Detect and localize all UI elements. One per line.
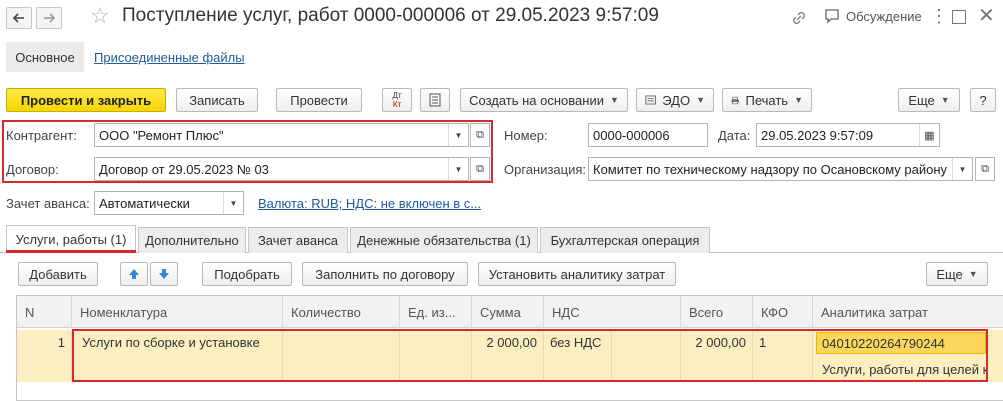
edo-icon <box>645 95 656 105</box>
tab-services-label: Услуги, работы (1) <box>15 232 127 247</box>
organization-field[interactable]: Комитет по техническому надзору по Осано… <box>588 157 973 181</box>
tab-accounting[interactable]: Бухгалтерская операция <box>540 227 710 253</box>
organization-open-button[interactable]: ⧉ <box>975 157 995 181</box>
chat-icon <box>825 9 839 24</box>
advance-value: Автоматически <box>99 195 190 211</box>
table-more-button[interactable]: Еще ▼ <box>926 262 988 286</box>
move-down-button[interactable] <box>150 262 178 286</box>
caret-down-icon: ▼ <box>940 95 950 105</box>
tab-active-underline <box>6 250 136 253</box>
dropdown-arrow-icon[interactable]: ▼ <box>448 158 468 180</box>
contract-field[interactable]: Договор от 29.05.2023 № 03 ▼ <box>94 157 469 181</box>
tab-advance-label: Зачет аванса <box>257 233 339 248</box>
tab-additional[interactable]: Дополнительно <box>138 227 246 253</box>
advance-label: Зачет аванса: <box>6 196 90 211</box>
maximize-icon[interactable] <box>952 10 966 24</box>
tab-accounting-label: Бухгалтерская операция <box>550 233 700 248</box>
number-value: 0000-000006 <box>593 127 670 143</box>
post-button[interactable]: Провести <box>276 88 362 112</box>
col-header-vat[interactable]: НДС <box>544 296 681 328</box>
caret-down-icon: ▼ <box>794 95 803 105</box>
table-more-label: Еще <box>936 266 963 282</box>
printer-icon <box>731 96 739 104</box>
edo-button[interactable]: ЭДО ▼ <box>636 88 714 112</box>
attached-files-link[interactable]: Присоединенные файлы <box>94 50 245 65</box>
col-header-total[interactable]: Всего <box>681 296 753 328</box>
add-row-button[interactable]: Добавить <box>18 262 98 286</box>
move-up-button[interactable] <box>120 262 148 286</box>
dt-kt-icon: Дт Кт <box>392 91 402 109</box>
discussion-button[interactable]: Обсуждение <box>824 8 922 24</box>
window-title: Поступление услуг, работ 0000-000006 от … <box>122 5 659 26</box>
close-icon[interactable]: ✕ <box>978 4 995 28</box>
create-based-on-label: Создать на основании <box>469 92 604 108</box>
more-vert-icon[interactable]: ⋮ <box>930 6 948 26</box>
number-field[interactable]: 0000-000006 <box>588 123 708 147</box>
col-header-sum[interactable]: Сумма <box>472 296 544 328</box>
arrow-up-icon <box>129 269 139 279</box>
col-header-unit[interactable]: Ед. из... <box>400 296 472 328</box>
more-button[interactable]: Еще ▼ <box>898 88 960 112</box>
caret-down-icon: ▼ <box>609 95 619 105</box>
print-button[interactable]: Печать ▼ <box>722 88 812 112</box>
caret-down-icon: ▼ <box>696 95 705 105</box>
pick-button[interactable]: Подобрать <box>202 262 292 286</box>
date-label: Дата: <box>718 128 751 143</box>
set-cost-analytics-button[interactable]: Установить аналитику затрат <box>478 262 676 286</box>
help-button[interactable]: ? <box>970 88 996 112</box>
post-and-close-button[interactable]: Провести и закрыть <box>6 88 166 112</box>
tab-obligations[interactable]: Денежные обязательства (1) <box>350 227 538 253</box>
calendar-icon[interactable]: ▦ <box>919 124 939 146</box>
arrow-down-icon <box>159 269 169 279</box>
organization-label: Организация: <box>504 162 587 177</box>
caret-down-icon: ▼ <box>968 269 978 279</box>
dropdown-arrow-icon[interactable]: ▼ <box>952 158 972 180</box>
counterparty-field[interactable]: ООО "Ремонт Плюс" ▼ <box>94 123 469 147</box>
back-button[interactable] <box>6 7 32 29</box>
contract-open-button[interactable]: ⧉ <box>470 157 490 181</box>
currency-vat-link[interactable]: Валюта: RUB; НДС: не включен в с... <box>258 196 481 211</box>
dt-kt-button[interactable]: Дт Кт <box>382 88 412 112</box>
tab-main[interactable]: Основное <box>6 42 84 72</box>
more-label: Еще <box>908 92 935 108</box>
edo-label: ЭДО <box>662 92 691 108</box>
tab-services[interactable]: Услуги, работы (1) <box>6 225 136 253</box>
counterparty-value: ООО "Ремонт Плюс" <box>99 127 224 143</box>
date-field[interactable]: 29.05.2023 9:57:09 ▦ <box>756 123 940 147</box>
organization-value: Комитет по техническому надзору по Осано… <box>593 161 948 177</box>
col-header-qty[interactable]: Количество <box>283 296 400 328</box>
forward-button[interactable] <box>36 7 62 29</box>
tab-obligations-label: Денежные обязательства (1) <box>357 233 531 248</box>
tab-additional-label: Дополнительно <box>145 233 239 248</box>
number-label: Номер: <box>504 128 548 143</box>
save-button[interactable]: Записать <box>176 88 258 112</box>
col-header-item[interactable]: Номенклатура <box>72 296 283 328</box>
advance-select[interactable]: Автоматически ▼ <box>94 191 244 215</box>
row-highlight-box <box>72 329 988 382</box>
report-button[interactable] <box>420 88 450 112</box>
contract-value: Договор от 29.05.2023 № 03 <box>99 161 269 177</box>
create-based-on-button[interactable]: Создать на основании ▼ <box>460 88 628 112</box>
favorite-star-icon[interactable]: ☆ <box>90 4 110 28</box>
counterparty-open-button[interactable]: ⧉ <box>470 123 490 147</box>
arrow-left-icon <box>13 13 24 23</box>
fill-by-contract-button[interactable]: Заполнить по договору <box>302 262 468 286</box>
print-label: Печать <box>745 92 789 108</box>
tab-advance[interactable]: Зачет аванса <box>248 227 348 253</box>
counterparty-label: Контрагент: <box>6 128 77 143</box>
link-icon[interactable] <box>790 9 808 30</box>
contract-label: Договор: <box>6 162 59 177</box>
col-header-analytics[interactable]: Аналитика затрат <box>813 296 1003 328</box>
col-header-kfo[interactable]: КФО <box>753 296 813 328</box>
date-value: 29.05.2023 9:57:09 <box>761 127 874 143</box>
dropdown-arrow-icon[interactable]: ▼ <box>223 192 243 214</box>
discussion-label: Обсуждение <box>846 8 922 24</box>
report-icon <box>429 93 441 107</box>
col-header-n[interactable]: N <box>17 296 72 328</box>
arrow-right-icon <box>44 13 55 23</box>
dropdown-arrow-icon[interactable]: ▼ <box>448 124 468 146</box>
row-n: 1 <box>17 330 72 382</box>
